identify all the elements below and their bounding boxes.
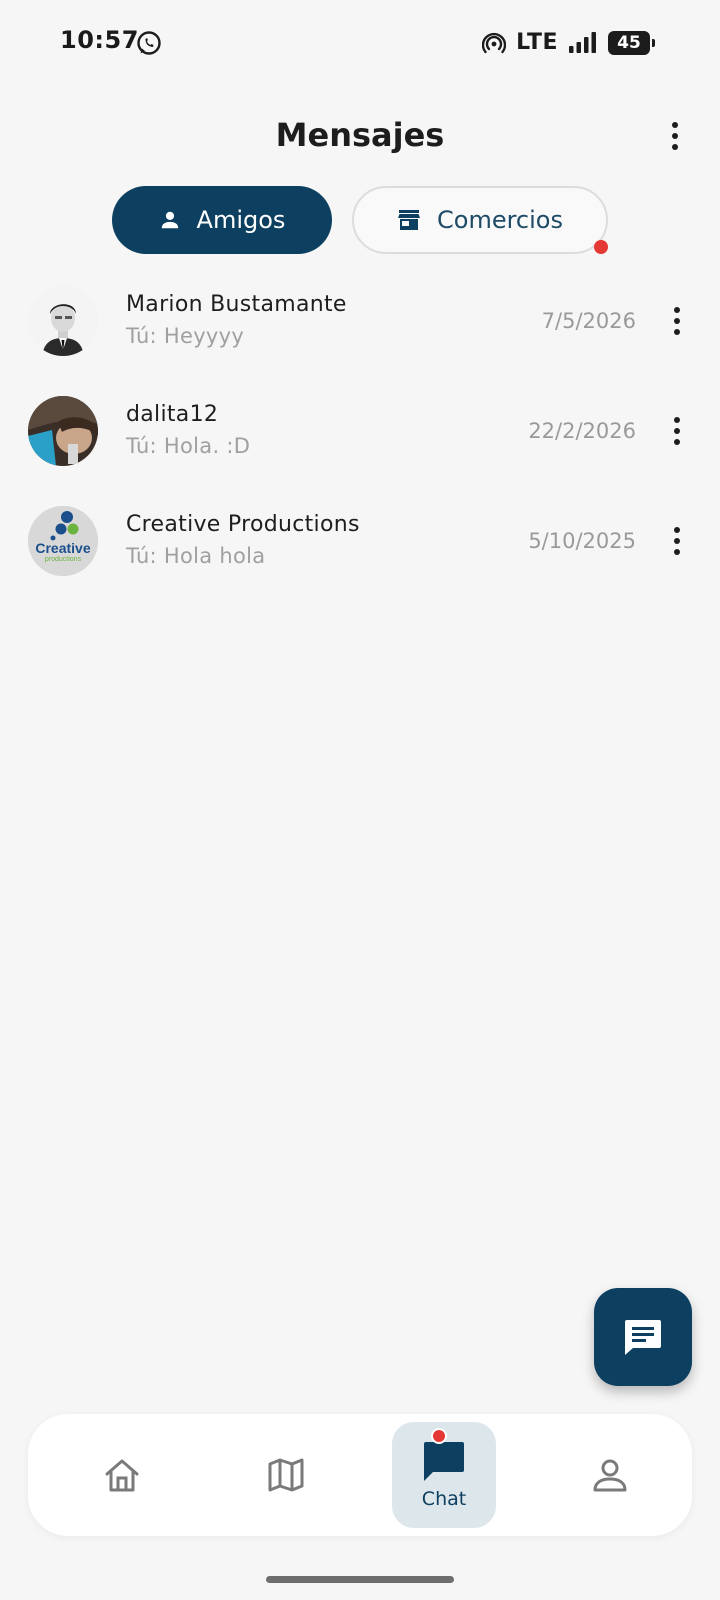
chat-date: 22/2/2026 xyxy=(528,419,636,443)
chat-preview: Tú: Heyyyy xyxy=(126,324,245,348)
comercios-notification-badge xyxy=(594,240,608,254)
tab-amigos-label: Amigos xyxy=(196,206,286,234)
chat-options-icon[interactable] xyxy=(662,414,692,448)
nav-home[interactable] xyxy=(70,1422,174,1528)
chat-options-icon[interactable] xyxy=(662,524,692,558)
chat-name[interactable]: dalita12 xyxy=(126,402,218,427)
tab-comercios-label: Comercios xyxy=(437,206,563,234)
chat-date: 5/10/2025 xyxy=(528,529,636,553)
bottom-navigation: Chat xyxy=(28,1414,692,1536)
signal-icon xyxy=(569,31,596,53)
home-indicator[interactable] xyxy=(266,1576,454,1583)
person-icon xyxy=(161,211,178,229)
hotspot-icon xyxy=(482,32,507,53)
status-indicators: LTE 45 xyxy=(482,30,655,55)
avatar[interactable] xyxy=(28,286,98,356)
creative-logo-subtext: productions xyxy=(44,556,82,563)
more-options-icon[interactable] xyxy=(660,118,690,154)
chat-preview: Tú: Hola hola xyxy=(126,544,266,568)
message-icon xyxy=(625,1320,661,1355)
tab-amigos[interactable]: Amigos xyxy=(112,186,332,254)
profile-icon xyxy=(593,1459,627,1492)
avatar[interactable] xyxy=(28,396,98,466)
battery-indicator: 45 xyxy=(608,30,655,55)
chat-name[interactable]: Creative Productions xyxy=(126,512,360,537)
creative-logo-text: Creative xyxy=(35,540,91,556)
nav-profile[interactable] xyxy=(558,1422,662,1528)
tab-comercios[interactable]: Comercios xyxy=(352,186,608,254)
status-time: 10:57 xyxy=(60,26,139,54)
chat-options-icon[interactable] xyxy=(662,304,692,338)
whatsapp-icon xyxy=(137,31,161,55)
nav-map[interactable] xyxy=(234,1422,338,1528)
map-icon xyxy=(268,1458,304,1492)
page-title: Mensajes xyxy=(275,116,445,154)
nav-chat-label: Chat xyxy=(421,1488,467,1510)
chat-icon xyxy=(424,1442,464,1481)
store-icon xyxy=(398,210,420,230)
avatar[interactable]: Creative productions xyxy=(28,506,98,576)
chat-preview: Tú: Hola. :D xyxy=(126,434,251,458)
new-message-button[interactable] xyxy=(594,1288,692,1386)
chat-name[interactable]: Marion Bustamante xyxy=(126,292,347,317)
home-icon xyxy=(105,1459,139,1492)
network-type: LTE xyxy=(516,30,558,55)
chat-date: 7/5/2026 xyxy=(541,309,636,333)
chat-notification-badge xyxy=(431,1428,447,1444)
